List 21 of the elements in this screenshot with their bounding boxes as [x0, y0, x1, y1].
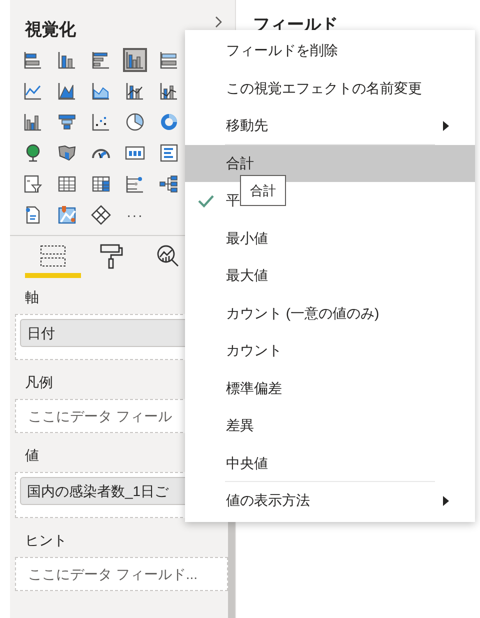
well-label: 値: [24, 446, 40, 465]
well-label: 軸: [24, 288, 40, 307]
menu-item-label: カウント (一意の値のみ): [226, 304, 380, 323]
menu-item-label: カウント: [226, 341, 282, 360]
menu-item-label: 値の表示方法: [226, 491, 310, 510]
well-label: ヒント: [24, 531, 68, 550]
well-placeholder: ここにデータ フィールド...: [28, 564, 198, 584]
menu-item-label: 最大値: [226, 266, 268, 286]
well-placeholder: ここにデータ フィール: [28, 406, 172, 426]
menu-item-label: 標準偏差: [226, 378, 282, 398]
menu-item-label: 合計: [226, 154, 254, 173]
menu-item-label: フィールドを削除: [226, 41, 338, 60]
menu-item-label: この視覚エフェクトの名前変更: [226, 78, 422, 98]
menu-item-label: 中央値: [226, 454, 268, 473]
pane-title: 視覚化: [25, 19, 76, 42]
menu-item-label: 最小値: [226, 228, 268, 248]
menu-item-label: 平: [226, 191, 240, 210]
menu-item-label: 移動先: [226, 116, 268, 136]
well-label: 凡例: [24, 373, 54, 392]
menu-item-label: 差異: [226, 416, 254, 436]
tooltip: 合計: [240, 175, 286, 206]
